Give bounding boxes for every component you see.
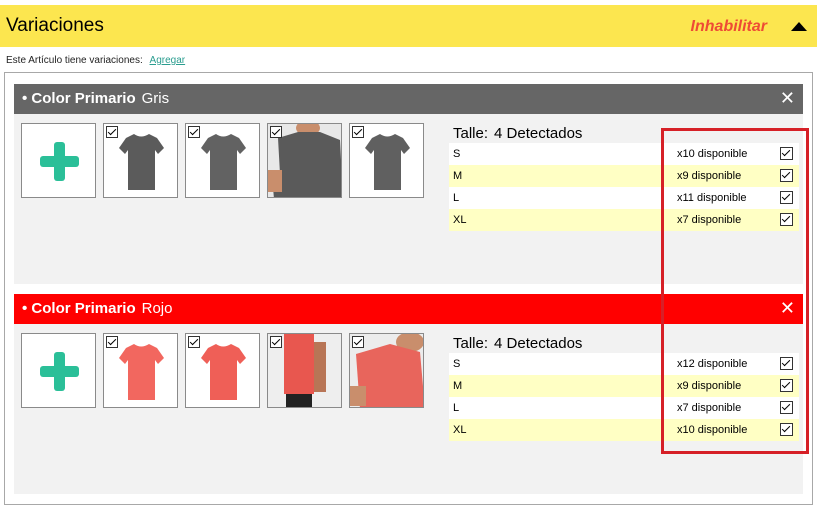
size-availability: x10 disponible	[677, 424, 748, 436]
size-row: L x11 disponible	[449, 187, 799, 209]
size-row: XL x7 disponible	[449, 209, 799, 231]
close-icon[interactable]: ✕	[780, 89, 795, 107]
size-availability: x7 disponible	[677, 214, 742, 226]
size-checkbox[interactable]	[780, 169, 793, 182]
size-availability: x11 disponible	[677, 192, 747, 204]
close-icon[interactable]: ✕	[780, 299, 795, 317]
section-title: Variaciones	[6, 15, 104, 36]
size-name: M	[453, 380, 463, 392]
variations-header: Variaciones Inhabilitar	[0, 5, 817, 47]
color-group-rojo: • Color Primario Rojo ✕ Talle: 4 Detectado…	[14, 294, 803, 494]
size-label: Talle:	[453, 335, 489, 352]
red-tshirt-model-icon[interactable]	[349, 333, 424, 408]
size-availability: x9 disponible	[677, 170, 742, 182]
gray-tshirt-model-icon[interactable]	[267, 123, 342, 198]
size-row: M x9 disponible	[449, 375, 799, 397]
size-count: 4 Detectados	[494, 335, 583, 352]
image-checkbox[interactable]	[270, 126, 282, 138]
image-checkbox[interactable]	[352, 336, 364, 348]
red-tshirt-model-icon[interactable]	[267, 333, 342, 408]
size-label: Talle:	[453, 125, 489, 142]
color-group-value: Rojo	[141, 300, 173, 317]
image-checkbox[interactable]	[188, 126, 200, 138]
image-checkbox[interactable]	[188, 336, 200, 348]
image-checkbox[interactable]	[270, 336, 282, 348]
size-checkbox[interactable]	[780, 423, 793, 436]
collapse-arrow-icon[interactable]	[791, 22, 807, 31]
image-checkbox[interactable]	[106, 126, 118, 138]
add-variation-link[interactable]: Agregar	[150, 55, 186, 66]
size-count: 4 Detectados	[494, 125, 583, 142]
size-heading: Talle: 4 Detectados	[453, 125, 582, 142]
variations-info: Este Artículo tiene variaciones: Agregar	[6, 55, 185, 66]
color-group-header: • Color Primario Rojo ✕	[14, 294, 803, 324]
size-checkbox[interactable]	[780, 213, 793, 226]
size-name: S	[453, 148, 461, 160]
size-name: XL	[453, 424, 467, 436]
size-name: M	[453, 170, 463, 182]
size-availability: x7 disponible	[677, 402, 742, 414]
size-availability: x12 disponible	[677, 358, 748, 370]
disable-toggle-button[interactable]: Inhabilitar	[691, 18, 767, 36]
color-group-gris: • Color Primario Gris ✕ Talle: 4 Detectado…	[14, 84, 803, 284]
color-group-value: Gris	[141, 90, 170, 107]
size-checkbox[interactable]	[780, 401, 793, 414]
size-checkbox[interactable]	[780, 379, 793, 392]
size-row: S x12 disponible	[449, 353, 799, 375]
add-image-button[interactable]	[21, 333, 96, 408]
size-checkbox[interactable]	[780, 357, 793, 370]
gray-tshirt-icon[interactable]	[349, 123, 424, 198]
image-checkbox[interactable]	[106, 336, 118, 348]
size-name: L	[453, 402, 460, 414]
size-row: M x9 disponible	[449, 165, 799, 187]
size-name: XL	[453, 214, 467, 226]
gray-tshirt-icon[interactable]	[103, 123, 178, 198]
add-image-button[interactable]	[21, 123, 96, 198]
size-availability: x10 disponible	[677, 148, 748, 160]
gray-tshirt-icon[interactable]	[185, 123, 260, 198]
size-name: L	[453, 192, 460, 204]
color-group-label: • Color Primario	[22, 300, 136, 317]
size-heading: Talle: 4 Detectados	[453, 335, 582, 352]
red-tshirt-icon[interactable]	[185, 333, 260, 408]
size-checkbox[interactable]	[780, 147, 793, 160]
size-row: XL x10 disponible	[449, 419, 799, 441]
size-name: S	[453, 358, 461, 370]
red-tshirt-icon[interactable]	[103, 333, 178, 408]
size-row: S x10 disponible	[449, 143, 799, 165]
color-group-label: • Color Primario	[22, 90, 136, 107]
size-checkbox[interactable]	[780, 191, 793, 204]
image-checkbox[interactable]	[352, 126, 364, 138]
variations-info-text: Este Artículo tiene variaciones:	[6, 55, 143, 66]
size-row: L x7 disponible	[449, 397, 799, 419]
color-group-header: • Color Primario Gris ✕	[14, 84, 803, 114]
size-availability: x9 disponible	[677, 380, 742, 392]
